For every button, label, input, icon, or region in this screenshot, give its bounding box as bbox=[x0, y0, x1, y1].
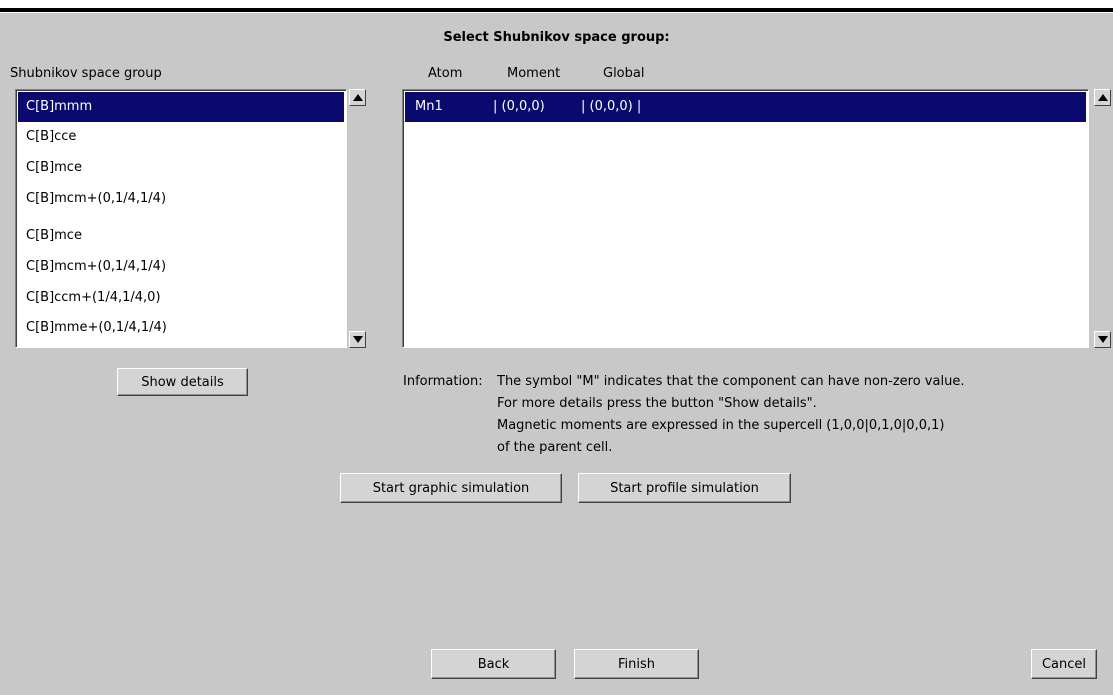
cancel-button[interactable]: Cancel bbox=[1031, 649, 1097, 679]
info-line-1: The symbol "M" indicates that the compon… bbox=[497, 374, 965, 389]
space-group-list[interactable]: C[B]mmm C[B]cce C[B]mce C[B]mcm+(0,1/4,1… bbox=[15, 89, 347, 348]
info-line-3: Magnetic moments are expressed in the su… bbox=[497, 418, 945, 433]
start-graphic-simulation-button[interactable]: Start graphic simulation bbox=[340, 473, 562, 503]
list-item-4[interactable]: C[B]mce bbox=[18, 221, 344, 251]
info-line-4: of the parent cell. bbox=[497, 440, 613, 455]
window-top-border bbox=[0, 8, 1113, 12]
triangle-down-icon bbox=[1097, 336, 1108, 343]
triangle-up-icon bbox=[352, 94, 363, 101]
info-line-2: For more details press the button "Show … bbox=[497, 396, 817, 411]
row-atom: Mn1 bbox=[415, 99, 443, 114]
right-list-scrollbar[interactable] bbox=[1094, 89, 1111, 348]
table-row[interactable]: Mn1 | (0,0,0) | (0,0,0) | bbox=[405, 92, 1086, 122]
column-header-moment: Moment bbox=[507, 66, 561, 81]
row-global: | (0,0,0) | bbox=[581, 99, 642, 114]
column-header-global: Global bbox=[603, 66, 645, 81]
show-details-button[interactable]: Show details bbox=[117, 368, 248, 396]
start-profile-simulation-button[interactable]: Start profile simulation bbox=[578, 473, 791, 503]
list-item-5[interactable]: C[B]mcm+(0,1/4,1/4) bbox=[18, 252, 344, 282]
list-item-3[interactable]: C[B]mcm+(0,1/4,1/4) bbox=[18, 184, 344, 214]
triangle-down-icon bbox=[352, 336, 363, 343]
finish-button[interactable]: Finish bbox=[574, 649, 699, 679]
list-item-6[interactable]: C[B]ccm+(1/4,1/4,0) bbox=[18, 283, 344, 313]
list-item-7[interactable]: C[B]mme+(0,1/4,1/4) bbox=[18, 313, 344, 343]
scroll-up-button[interactable] bbox=[349, 89, 366, 106]
list-item-2[interactable]: C[B]mce bbox=[18, 153, 344, 183]
list-item-0[interactable]: C[B]mmm bbox=[18, 92, 344, 122]
dialog-title: Select Shubnikov space group: bbox=[443, 30, 670, 45]
row-moment: | (0,0,0) bbox=[493, 99, 545, 114]
scroll-up-button[interactable] bbox=[1094, 89, 1111, 106]
space-group-list-label: Shubnikov space group bbox=[10, 66, 162, 81]
list-item-1[interactable]: C[B]cce bbox=[18, 122, 344, 152]
scroll-down-button[interactable] bbox=[1094, 331, 1111, 348]
info-prefix: Information: bbox=[403, 374, 483, 389]
atom-moment-list[interactable]: Mn1 | (0,0,0) | (0,0,0) | bbox=[402, 89, 1089, 348]
scroll-down-button[interactable] bbox=[349, 331, 366, 348]
triangle-up-icon bbox=[1097, 94, 1108, 101]
column-header-atom: Atom bbox=[428, 66, 463, 81]
left-list-scrollbar[interactable] bbox=[349, 89, 366, 348]
back-button[interactable]: Back bbox=[431, 649, 556, 679]
